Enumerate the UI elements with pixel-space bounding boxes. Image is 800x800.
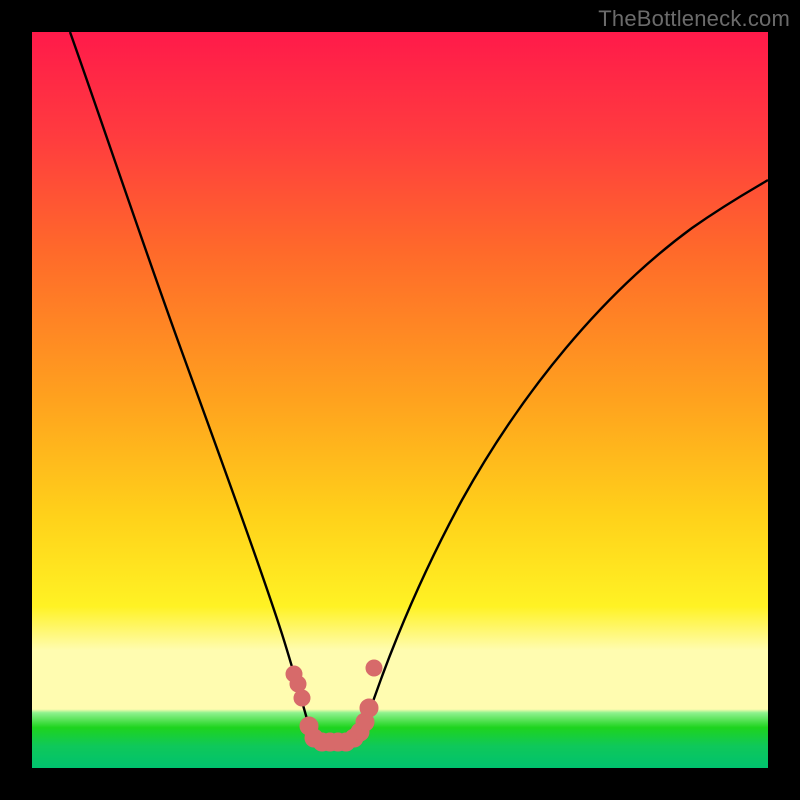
watermark-text: TheBottleneck.com xyxy=(598,6,790,32)
chart-frame: TheBottleneck.com xyxy=(0,0,800,800)
left-branch-curve xyxy=(70,32,309,726)
right-branch-curve xyxy=(362,180,768,734)
plot-area xyxy=(32,32,768,768)
marker-group xyxy=(286,660,382,751)
chart-svg xyxy=(32,32,768,768)
